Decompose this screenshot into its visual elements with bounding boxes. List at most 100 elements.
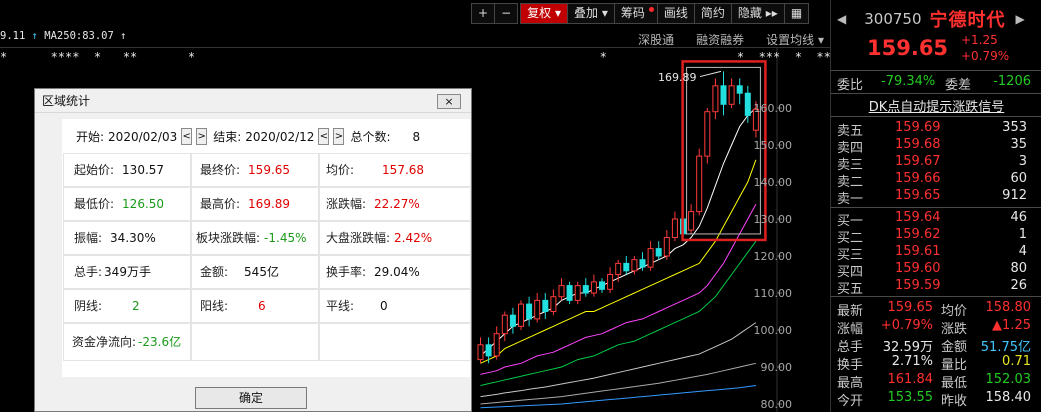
stat-label: 板块涨跌幅: — [196, 231, 261, 245]
candle[interactable] — [493, 326, 500, 360]
candle[interactable] — [655, 241, 662, 260]
zoom-in-button[interactable]: + — [471, 3, 496, 24]
candle[interactable] — [704, 108, 711, 164]
wc-value: -1206 — [993, 74, 1031, 89]
candle-body — [485, 344, 492, 357]
y-tick-label: 160.00 — [753, 102, 793, 115]
stat-value: 158.40 — [985, 390, 1032, 405]
candle[interactable] — [696, 148, 703, 216]
stat-cell-high: 最高价: 169.89 — [191, 187, 319, 221]
next-stock-icon[interactable]: ▶ — [1016, 12, 1025, 26]
hide-button[interactable]: 隐藏 ▸▸ — [730, 3, 785, 24]
candle[interactable] — [663, 230, 670, 260]
candle[interactable] — [501, 311, 508, 342]
draw-line-button[interactable]: 画线 — [656, 3, 695, 24]
bid-row[interactable]: 买三 159.61 4 — [837, 244, 1037, 263]
y-tick-label: 130.00 — [753, 213, 793, 226]
candle[interactable] — [558, 278, 565, 301]
stat-cell-market: 大盘涨跌幅: 2.42% — [319, 221, 471, 255]
bid-row[interactable]: 买五 159.59 26 — [837, 278, 1037, 297]
end-prev-button[interactable]: < — [318, 128, 330, 145]
candle[interactable] — [534, 293, 541, 323]
fuquan-button[interactable]: 复权 ▾ — [520, 3, 568, 24]
chip-button[interactable]: 筹码 — [613, 3, 658, 24]
overlay-button[interactable]: 叠加 ▾ — [567, 3, 615, 24]
stat-value: 29.04% — [374, 265, 420, 279]
end-next-button[interactable]: > — [333, 128, 345, 145]
candle[interactable] — [720, 71, 727, 116]
stat-cell-open: 起始价: 130.57 — [63, 153, 191, 187]
stat-value: 2 — [132, 299, 140, 313]
candle[interactable] — [607, 267, 614, 293]
candle[interactable] — [736, 78, 743, 105]
candle-body — [671, 218, 678, 238]
bid-row[interactable]: 买四 159.60 80 — [837, 261, 1037, 280]
bid-row[interactable]: 买一 159.64 46 — [837, 210, 1037, 229]
start-label: 开始: — [76, 130, 105, 144]
candle[interactable] — [671, 211, 678, 242]
candle-body — [550, 296, 557, 313]
stats-row: 今开 153.55 昨收 158.40 — [837, 390, 1037, 409]
level-price: 159.64 — [895, 210, 941, 225]
level-price: 159.61 — [895, 244, 941, 259]
candle[interactable] — [550, 289, 557, 316]
candle[interactable] — [688, 204, 695, 234]
stat-value: 126.50 — [122, 197, 165, 211]
ask-row[interactable]: 卖二 159.66 60 — [837, 171, 1037, 190]
candle[interactable] — [590, 274, 597, 297]
start-date: 2020/02/03 — [108, 129, 178, 144]
stat-key: 均价 — [941, 304, 968, 319]
candle[interactable] — [623, 256, 630, 275]
stats-row: 换手 2.71% 量比 0.71 — [837, 354, 1037, 373]
stock-code: 300750 — [864, 10, 922, 28]
stat-key: 涨幅 — [837, 322, 864, 337]
candle[interactable] — [518, 300, 524, 330]
stat-key: 今开 — [837, 394, 864, 409]
chevron-down-icon: ▾ — [601, 6, 608, 20]
candle-body — [509, 314, 516, 327]
menu-tab-icon[interactable]: ▦ — [783, 3, 810, 24]
start-next-button[interactable]: > — [196, 128, 208, 145]
tab-ma-settings[interactable]: 设置均线 ▾ — [766, 31, 824, 48]
stat-key: 最高 — [837, 376, 864, 391]
arrow-up-icon: ↑ — [120, 30, 127, 42]
candle[interactable] — [712, 78, 719, 120]
candle-body — [574, 285, 581, 301]
candle-body — [639, 259, 646, 268]
ask-row[interactable]: 卖三 159.67 3 — [837, 154, 1037, 173]
stat-label: 振幅: — [74, 231, 103, 245]
candle[interactable] — [485, 337, 492, 364]
candle[interactable] — [728, 78, 735, 108]
candle[interactable] — [526, 296, 533, 327]
stock-name: 宁德时代 — [929, 10, 1006, 31]
prev-stock-icon[interactable]: ◀ — [837, 12, 846, 26]
double-chevron-right-icon: ▸▸ — [765, 6, 778, 20]
candle[interactable] — [574, 281, 581, 305]
candle[interactable] — [477, 337, 484, 364]
ask-row[interactable]: 卖一 159.65 912 — [837, 188, 1037, 207]
bid-row[interactable]: 买二 159.62 1 — [837, 227, 1037, 246]
level-label: 买五 — [837, 282, 864, 297]
zoom-out-button[interactable]: − — [494, 3, 519, 24]
candle[interactable] — [599, 278, 605, 293]
stock-header: ◀ 300750 宁德时代 ▶ — [837, 6, 1025, 32]
candle[interactable] — [566, 281, 573, 305]
ask-row[interactable]: 卖四 159.68 35 — [837, 137, 1037, 156]
candle[interactable] — [509, 307, 516, 334]
candle[interactable] — [647, 241, 654, 271]
candle[interactable] — [582, 278, 589, 297]
simple-button[interactable]: 简约 — [693, 3, 732, 24]
ok-button[interactable]: 确定 — [195, 387, 307, 409]
ask-row[interactable]: 卖五 159.69 353 — [837, 120, 1037, 139]
tab-shengutong[interactable]: 深股通 — [638, 31, 674, 48]
start-prev-button[interactable]: < — [181, 128, 193, 145]
tab-margin-trading[interactable]: 融资融券 — [696, 31, 744, 48]
close-icon[interactable]: × — [437, 94, 461, 109]
date-range-row: 开始: 2020/02/03 < > 结束: 2020/02/12 < > 总个… — [76, 128, 424, 145]
candle[interactable] — [542, 293, 549, 319]
fuquan-label: 复权 — [527, 6, 552, 20]
ma-line — [480, 362, 757, 405]
price-change-pct: +0.79% — [961, 49, 1010, 63]
end-label: 结束: — [213, 130, 242, 144]
dk-signal-link[interactable]: DK点自动提示涨跌信号 — [831, 96, 1041, 115]
